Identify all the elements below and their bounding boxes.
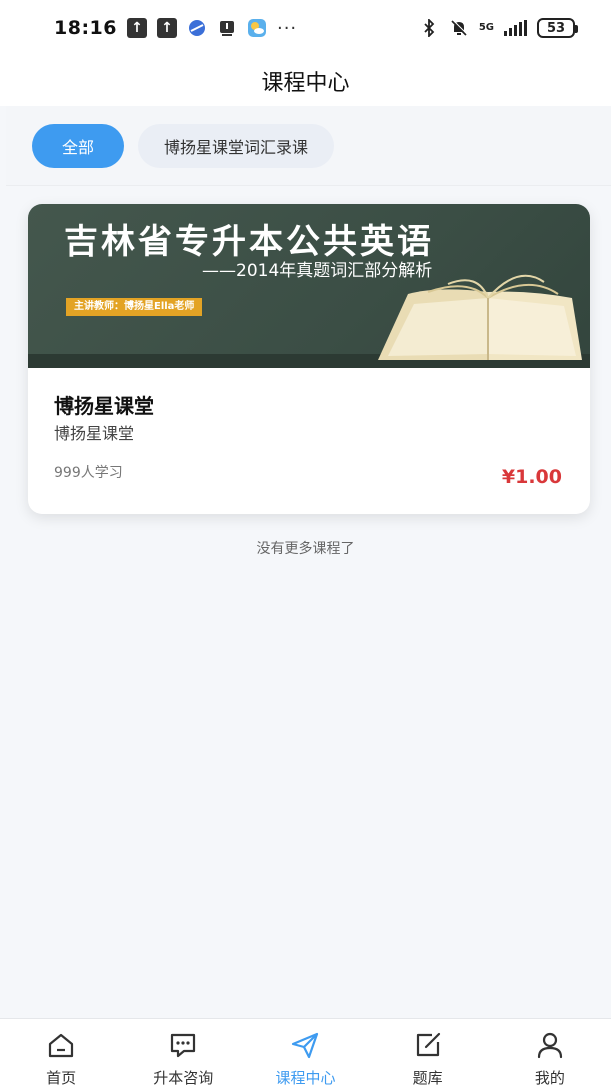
tab-courses[interactable]: 课程中心 — [255, 1029, 355, 1087]
tab-home[interactable]: 首页 — [11, 1029, 111, 1087]
battery-icon: 53 — [537, 18, 578, 38]
home-icon — [48, 1033, 74, 1058]
status-bar: 18:16 ↑ ↑ ··· 5G 53 — [0, 0, 611, 56]
user-icon — [537, 1032, 562, 1059]
course-name: 博扬星课堂 — [54, 394, 154, 418]
course-price: ¥1.00 — [501, 466, 562, 488]
open-book-image — [378, 274, 582, 360]
more-indicator: ··· — [276, 17, 298, 39]
tab-home-label: 首页 — [46, 1069, 77, 1087]
tab-mine[interactable]: 我的 — [500, 1029, 600, 1087]
bluetooth-icon — [419, 18, 439, 38]
tab-consult[interactable]: 升本咨询 — [133, 1029, 233, 1087]
mute-icon — [449, 18, 469, 38]
header: 课程中心 — [0, 56, 611, 106]
course-org: 博扬星课堂 — [54, 424, 135, 443]
battery-level: 53 — [546, 20, 566, 36]
status-right: 5G 53 — [419, 18, 578, 38]
banner-teacher-tag: 主讲教师：博扬星Ella老师 — [66, 298, 203, 316]
upload-icon: ↑ — [126, 18, 147, 38]
filter-bar: 全部 博扬星课堂词汇录课 — [6, 106, 611, 186]
course-banner: 吉林省专升本公共英语 ——2014年真题词汇部分解析 主讲教师：博扬星Ella老… — [28, 204, 590, 368]
chat-icon — [171, 1033, 196, 1058]
tab-question-bank[interactable]: 题库 — [378, 1029, 478, 1087]
tab-mine-label: 我的 — [534, 1069, 565, 1087]
edit-icon — [416, 1032, 440, 1057]
tab-consult-label: 升本咨询 — [153, 1069, 214, 1087]
course-learners: 999人学习 — [54, 465, 123, 481]
upload-icon: ↑ — [156, 18, 177, 38]
filter-vocabulary-course[interactable]: 博扬星课堂词汇录课 — [138, 123, 335, 168]
course-card[interactable]: 吉林省专升本公共英语 ——2014年真题词汇部分解析 主讲教师：博扬星Ella老… — [28, 204, 590, 514]
send-icon — [292, 1032, 319, 1059]
app-icon — [187, 18, 207, 38]
no-more-courses-text: 没有更多课程了 — [256, 541, 355, 557]
tab-courses-label: 课程中心 — [275, 1069, 336, 1087]
tab-question-bank-label: 题库 — [412, 1069, 443, 1087]
network-label: 5G — [478, 22, 494, 33]
status-time: 18:16 — [54, 17, 117, 39]
notification-icon — [217, 18, 237, 38]
weather-icon — [247, 18, 267, 38]
signal-icon — [504, 20, 527, 36]
bottom-tabbar: 首页 升本咨询 课程中心 题库 我的 — [0, 1018, 611, 1087]
filter-all[interactable]: 全部 — [32, 123, 124, 168]
status-left: 18:16 ↑ ↑ ··· — [54, 17, 297, 39]
page-title: 课程中心 — [261, 71, 350, 96]
